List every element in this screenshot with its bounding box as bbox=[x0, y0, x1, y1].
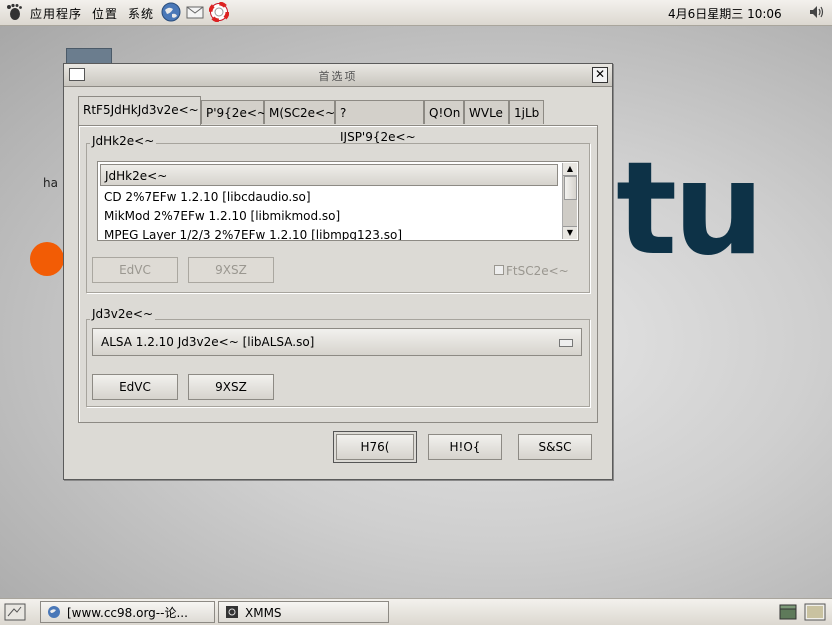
task-label: XMMS bbox=[245, 606, 282, 620]
close-icon[interactable]: ✕ bbox=[592, 67, 608, 83]
bottom-panel: [www.cc98.org--论... XMMS bbox=[0, 598, 832, 625]
input-config-button[interactable]: EdVC bbox=[92, 257, 178, 283]
output-plugin-select[interactable]: ALSA 1.2.10 Jd3v2e<~ [libALSA.so] bbox=[92, 328, 582, 356]
tab-3[interactable]: M(SC2e<~ bbox=[264, 100, 335, 124]
task-browser[interactable]: [www.cc98.org--论... bbox=[40, 601, 215, 623]
input-about-button[interactable]: 9XSZ bbox=[188, 257, 274, 283]
ubuntu-logo-dot bbox=[30, 242, 64, 276]
tab-2[interactable]: P'9{2e<~ bbox=[201, 100, 267, 124]
tab-7[interactable]: 1jLb bbox=[509, 100, 544, 124]
show-desktop-icon[interactable] bbox=[4, 603, 26, 621]
cancel-button[interactable]: H!O{ bbox=[428, 434, 502, 460]
input-group-label: JdHk2e<~ bbox=[90, 134, 157, 148]
web-browser-icon[interactable] bbox=[161, 2, 181, 22]
top-panel: 应用程序 位置 系统 4月6日星期三 10:06 bbox=[0, 0, 832, 26]
output-about-button[interactable]: 9XSZ bbox=[188, 374, 274, 400]
workspace-switcher-icon[interactable] bbox=[804, 603, 826, 621]
menu-places[interactable]: 位置 bbox=[92, 5, 118, 22]
list-item[interactable]: CD 2%7EFw 1.2.10 [libcdaudio.so] bbox=[104, 188, 311, 207]
task-label: [www.cc98.org--论... bbox=[67, 606, 188, 620]
ubuntu-logo-text: tu bbox=[616, 135, 764, 284]
checkbox-label: FtSC2e<~ bbox=[506, 264, 569, 278]
menu-system[interactable]: 系统 bbox=[128, 5, 154, 22]
output-select-value: ALSA 1.2.10 Jd3v2e<~ [libALSA.so] bbox=[101, 335, 315, 349]
trash-icon[interactable] bbox=[778, 603, 798, 621]
scroll-up-arrow-icon[interactable]: ▲ bbox=[563, 163, 577, 176]
enable-plugin-checkbox[interactable]: FtSC2e<~ bbox=[494, 264, 569, 278]
web-browser-icon bbox=[48, 606, 60, 618]
task-xmms[interactable]: XMMS bbox=[218, 601, 389, 623]
dialog-titlebar[interactable]: 首选项 ✕ bbox=[64, 64, 612, 87]
help-icon[interactable] bbox=[209, 2, 229, 22]
dialog-title: 首选项 bbox=[318, 70, 358, 83]
output-group-label: Jd3v2e<~ bbox=[90, 307, 156, 321]
email-icon[interactable] bbox=[185, 2, 205, 22]
input-plugin-list[interactable]: JdHk2e<~ CD 2%7EFw 1.2.10 [libcdaudio.so… bbox=[97, 161, 579, 241]
apply-button[interactable]: S&SC bbox=[518, 434, 592, 460]
tab-6[interactable]: WVLe bbox=[464, 100, 509, 124]
clock[interactable]: 4月6日星期三 10:06 bbox=[668, 5, 782, 22]
dropdown-icon bbox=[559, 339, 573, 347]
scroll-thumb[interactable] bbox=[564, 176, 577, 200]
scroll-down-arrow-icon[interactable]: ▼ bbox=[563, 226, 577, 239]
menu-applications[interactable]: 应用程序 bbox=[30, 5, 82, 22]
ok-button[interactable]: H76( bbox=[333, 431, 417, 463]
checkbox-box[interactable] bbox=[494, 265, 504, 275]
list-item[interactable]: MPEG Layer 1/2/3 2%7EFw 1.2.10 [libmpg12… bbox=[104, 226, 402, 240]
output-config-button[interactable]: EdVC bbox=[92, 374, 178, 400]
preferences-dialog: 首选项 ✕ RtF5JdHkJd3v2e<~ P'9{2e<~ M(SC2e<~… bbox=[63, 63, 613, 480]
tab-4[interactable]: ?IJSP'9{2e<~ bbox=[335, 100, 424, 144]
volume-icon[interactable] bbox=[808, 4, 826, 20]
list-item[interactable]: MikMod 2%7EFw 1.2.10 [libmikmod.so] bbox=[104, 207, 340, 226]
list-scrollbar[interactable]: ▲ ▼ bbox=[562, 163, 577, 239]
list-header[interactable]: JdHk2e<~ bbox=[100, 164, 558, 186]
tab-plugins[interactable]: RtF5JdHkJd3v2e<~ bbox=[78, 96, 201, 126]
tab-5[interactable]: Q!On bbox=[424, 100, 464, 124]
xmms-icon bbox=[226, 606, 238, 618]
desktop-icon-label[interactable]: ha bbox=[43, 176, 58, 190]
gnome-foot-icon[interactable] bbox=[5, 3, 23, 21]
